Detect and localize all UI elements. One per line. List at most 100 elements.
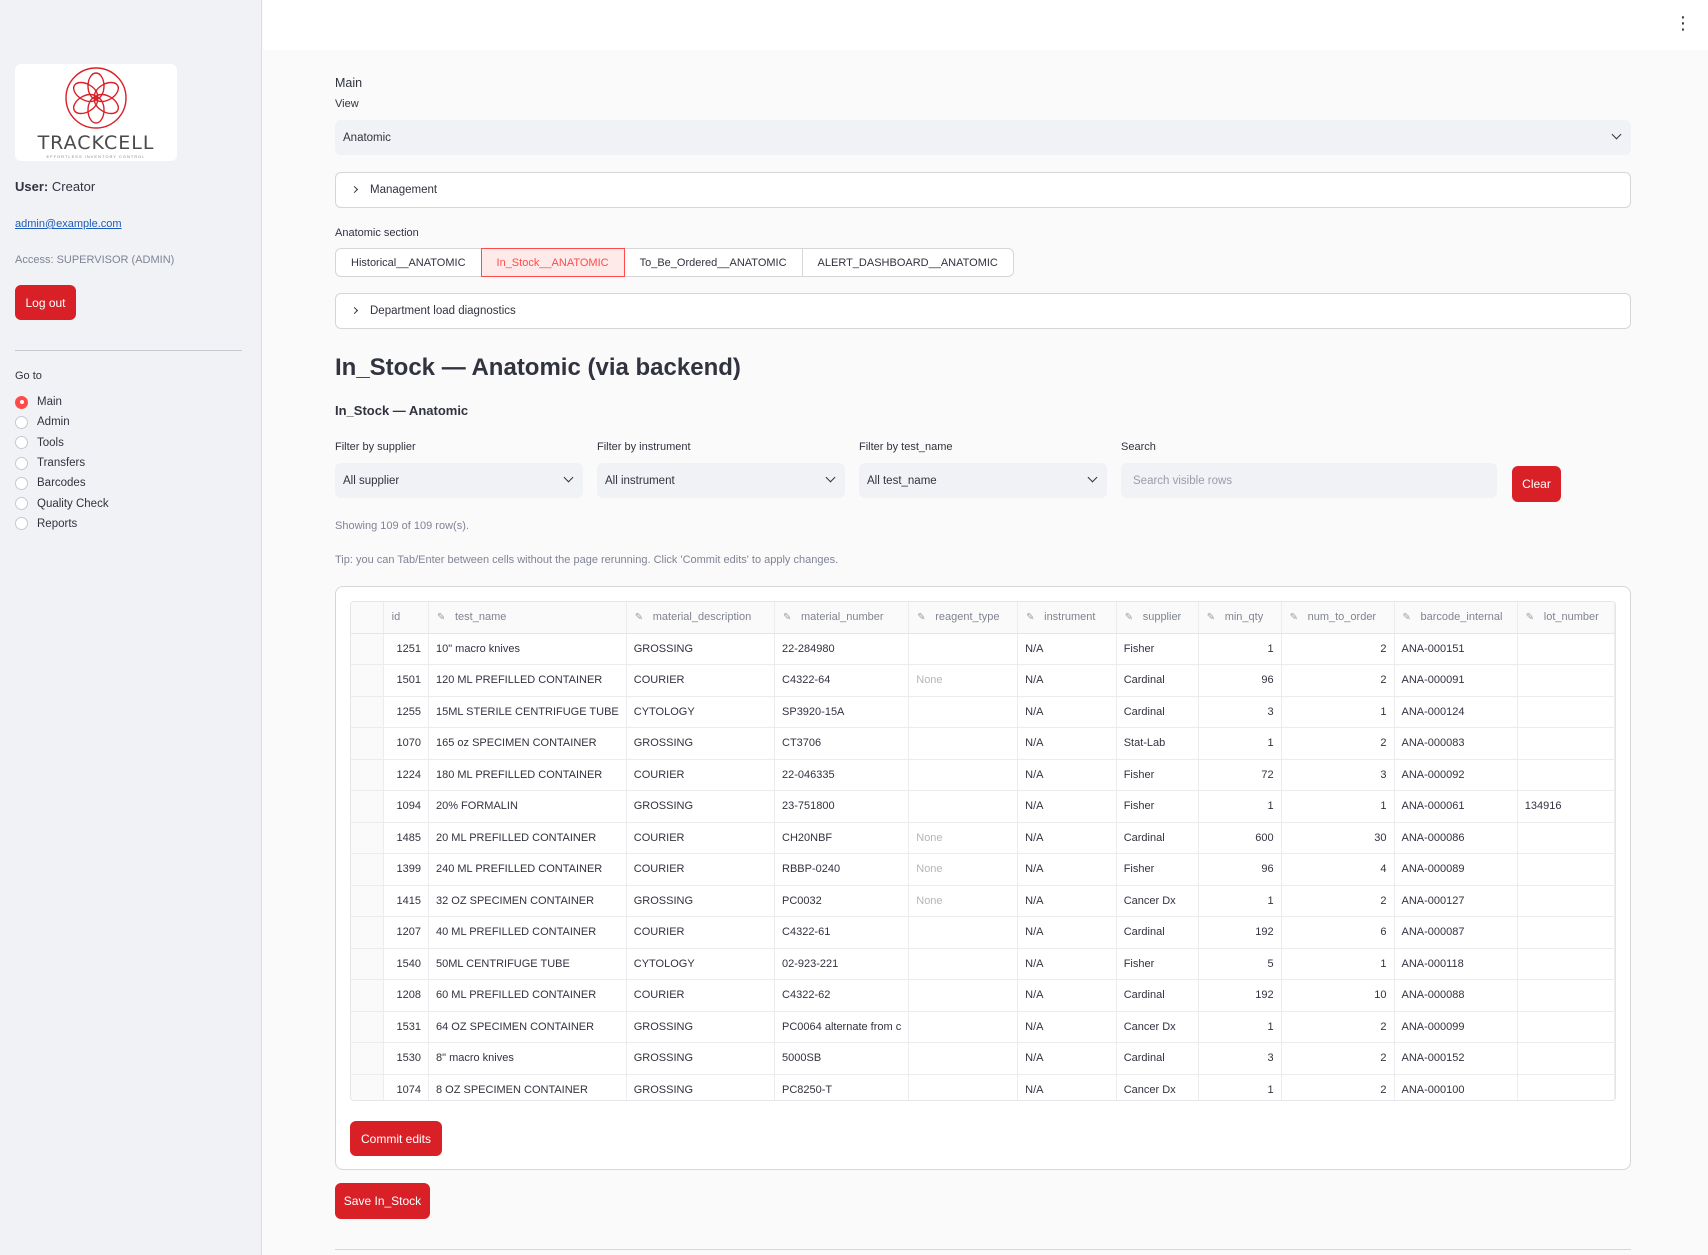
- column-header-lot_number[interactable]: ✎ lot_number: [1517, 602, 1615, 634]
- cell-barcode_internal[interactable]: ANA-000151: [1394, 633, 1518, 665]
- cell-barcode_internal[interactable]: ANA-000152: [1394, 1042, 1518, 1075]
- cell-reagent_type[interactable]: None: [908, 822, 1019, 854]
- cell-lot_number[interactable]: [1517, 1074, 1615, 1100]
- cell-min_qty[interactable]: 600: [1198, 822, 1282, 854]
- cell-material_description[interactable]: GROSSING: [626, 727, 776, 760]
- cell-supplier[interactable]: Fisher: [1116, 853, 1199, 886]
- column-header-id[interactable]: id: [383, 602, 429, 634]
- table-row[interactable]: 1485 20 ML PREFILLED CONTAINER COURIER CH2…: [351, 822, 1615, 854]
- cell-reagent_type[interactable]: [908, 1011, 1019, 1043]
- cell-min_qty[interactable]: 1: [1198, 885, 1282, 917]
- instrument-filter-select[interactable]: All instrument: [597, 463, 845, 498]
- cell-barcode_internal[interactable]: ANA-000061: [1394, 790, 1518, 823]
- cell-num_to_order[interactable]: 2: [1281, 1042, 1395, 1075]
- cell-reagent_type[interactable]: [908, 1042, 1019, 1075]
- cell-reagent_type[interactable]: None: [908, 853, 1019, 886]
- table-row[interactable]: 1208 60 ML PREFILLED CONTAINER COURIER C432…: [351, 979, 1615, 1012]
- cell-material_description[interactable]: COURIER: [626, 822, 776, 854]
- cell-min_qty[interactable]: 96: [1198, 853, 1282, 886]
- cell-lot_number[interactable]: [1517, 759, 1615, 791]
- table-row[interactable]: 1415 32 OZ SPECIMEN CONTAINER GROSSING PC00…: [351, 885, 1615, 917]
- cell-material_number[interactable]: SP3920-15A: [774, 696, 910, 728]
- cell-instrument[interactable]: N/A: [1017, 696, 1117, 728]
- cell-supplier[interactable]: Fisher: [1116, 633, 1199, 665]
- cell-supplier[interactable]: Cardinal: [1116, 1042, 1199, 1075]
- cell-barcode_internal[interactable]: ANA-000086: [1394, 822, 1518, 854]
- cell-min_qty[interactable]: 1: [1198, 633, 1282, 665]
- cell-min_qty[interactable]: 1: [1198, 727, 1282, 760]
- cell-test_name[interactable]: 180 ML PREFILLED CONTAINER: [428, 759, 627, 791]
- cell-instrument[interactable]: N/A: [1017, 727, 1117, 760]
- tab-historical-anatomic[interactable]: Historical__ANATOMIC: [335, 248, 482, 277]
- cell-reagent_type[interactable]: [908, 948, 1019, 980]
- cell-lot_number[interactable]: [1517, 979, 1615, 1012]
- cell-lot_number[interactable]: [1517, 696, 1615, 728]
- cell-num_to_order[interactable]: 3: [1281, 759, 1395, 791]
- cell-min_qty[interactable]: 192: [1198, 916, 1282, 949]
- tab-alert-dashboard-anatomic[interactable]: ALERT_DASHBOARD__ANATOMIC: [801, 248, 1014, 277]
- cell-reagent_type[interactable]: [908, 727, 1019, 760]
- tab-in-stock-anatomic[interactable]: In_Stock__ANATOMIC: [480, 248, 625, 277]
- table-row[interactable]: 1207 40 ML PREFILLED CONTAINER COURIER C432…: [351, 916, 1615, 949]
- radio-unchecked-icon[interactable]: [15, 476, 28, 490]
- cell-lot_number[interactable]: [1517, 948, 1615, 980]
- row-selector[interactable]: [351, 633, 384, 665]
- table-row[interactable]: 1530 8" macro knives GROSSING 5000SB N/A Card…: [351, 1042, 1615, 1075]
- row-selector[interactable]: [351, 979, 384, 1012]
- cell-instrument[interactable]: N/A: [1017, 633, 1117, 665]
- column-header-reagent_type[interactable]: ✎ reagent_type: [908, 602, 1019, 634]
- row-selector[interactable]: [351, 1074, 384, 1100]
- table-row[interactable]: 1094 20% FORMALIN GROSSING 23-751800 N/A Fish…: [351, 790, 1615, 823]
- table-row[interactable]: 1501 120 ML PREFILLED CONTAINER COURIER C43…: [351, 664, 1615, 697]
- row-selector[interactable]: [351, 885, 384, 917]
- row-selector[interactable]: [351, 948, 384, 980]
- logout-button[interactable]: Log out: [15, 285, 76, 320]
- cell-num_to_order[interactable]: 4: [1281, 853, 1395, 886]
- cell-reagent_type[interactable]: None: [908, 664, 1019, 697]
- nav-item-tools[interactable]: Tools: [15, 433, 109, 453]
- cell-min_qty[interactable]: 1: [1198, 1074, 1282, 1100]
- cell-instrument[interactable]: N/A: [1017, 1042, 1117, 1075]
- cell-material_number[interactable]: CT3706: [774, 727, 910, 760]
- cell-material_number[interactable]: CH20NBF: [774, 822, 910, 854]
- cell-material_number[interactable]: PC0032: [774, 885, 910, 917]
- table-row[interactable]: 1251 10" macro knives GROSSING 22-284980 N/A…: [351, 633, 1615, 665]
- cell-num_to_order[interactable]: 6: [1281, 916, 1395, 949]
- cell-test_name[interactable]: 240 ML PREFILLED CONTAINER: [428, 853, 627, 886]
- cell-instrument[interactable]: N/A: [1017, 1074, 1117, 1100]
- row-selector[interactable]: [351, 790, 384, 823]
- cell-material_description[interactable]: COURIER: [626, 916, 776, 949]
- table-row[interactable]: 1540 50ML CENTRIFUGE TUBE CYTOLOGY 02-923-2…: [351, 948, 1615, 980]
- kebab-menu-icon[interactable]: ⋮: [1674, 14, 1692, 32]
- cell-instrument[interactable]: N/A: [1017, 885, 1117, 917]
- table-row[interactable]: 1399 240 ML PREFILLED CONTAINER COURIER RBB…: [351, 853, 1615, 886]
- cell-supplier[interactable]: Stat-Lab: [1116, 727, 1199, 760]
- cell-num_to_order[interactable]: 2: [1281, 664, 1395, 697]
- cell-instrument[interactable]: N/A: [1017, 790, 1117, 823]
- cell-material_description[interactable]: GROSSING: [626, 885, 776, 917]
- cell-material_number[interactable]: C4322-62: [774, 979, 910, 1012]
- cell-test_name[interactable]: 40 ML PREFILLED CONTAINER: [428, 916, 627, 949]
- cell-material_number[interactable]: 02-923-221: [774, 948, 910, 980]
- cell-num_to_order[interactable]: 2: [1281, 885, 1395, 917]
- cell-num_to_order[interactable]: 2: [1281, 1011, 1395, 1043]
- table-row[interactable]: 1255 15ML STERILE CENTRIFUGE TUBE CYTOLOGY…: [351, 696, 1615, 728]
- cell-material_description[interactable]: COURIER: [626, 759, 776, 791]
- radio-unchecked-icon[interactable]: [15, 436, 28, 450]
- cell-test_name[interactable]: 8 OZ SPECIMEN CONTAINER: [428, 1074, 627, 1100]
- cell-min_qty[interactable]: 5: [1198, 948, 1282, 980]
- cell-material_description[interactable]: GROSSING: [626, 1042, 776, 1075]
- supplier-filter-select[interactable]: All supplier: [335, 463, 583, 498]
- cell-num_to_order[interactable]: 30: [1281, 822, 1395, 854]
- user-email-link[interactable]: admin@example.com: [15, 218, 122, 230]
- cell-supplier[interactable]: Cardinal: [1116, 916, 1199, 949]
- column-header-instrument[interactable]: ✎ instrument: [1017, 602, 1117, 634]
- cell-min_qty[interactable]: 3: [1198, 1042, 1282, 1075]
- column-header-test_name[interactable]: ✎ test_name: [428, 602, 627, 634]
- cell-material_number[interactable]: RBBP-0240: [774, 853, 910, 886]
- column-header-supplier[interactable]: ✎ supplier: [1116, 602, 1199, 634]
- cell-supplier[interactable]: Cancer Dx: [1116, 885, 1199, 917]
- cell-num_to_order[interactable]: 2: [1281, 1074, 1395, 1100]
- cell-barcode_internal[interactable]: ANA-000083: [1394, 727, 1518, 760]
- nav-item-barcodes[interactable]: Barcodes: [15, 473, 109, 493]
